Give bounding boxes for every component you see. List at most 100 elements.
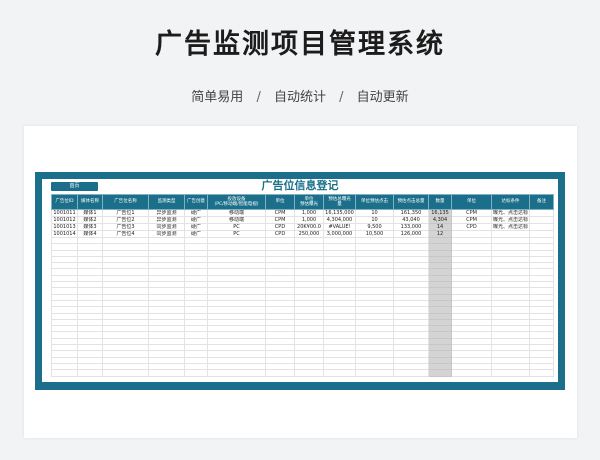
column-header-text: 单位预估点击	[361, 199, 388, 205]
table-cell[interactable]	[529, 230, 555, 238]
table-cell[interactable]: CPD	[265, 223, 295, 231]
table-cell[interactable]	[529, 369, 555, 377]
table-cell[interactable]: 移动端	[207, 216, 266, 224]
table-cell[interactable]: 3,000,000	[323, 230, 356, 238]
table-cell[interactable]: 媒体3	[77, 223, 103, 231]
table-cell[interactable]: 移动端	[207, 209, 266, 217]
column-header: 达标条件	[490, 194, 531, 210]
table-cell[interactable]: 曝光、点击达标	[490, 209, 531, 217]
spreadsheet-frame: 广告位信息登记 首页 广告位ID 媒体名称 广告位名称 监测类型 广告创意 投放设备 (PC…	[35, 172, 565, 390]
table-cell[interactable]	[529, 216, 555, 224]
table-cell[interactable]	[294, 369, 324, 377]
table-cell[interactable]	[529, 209, 555, 217]
table-cell[interactable]: PC	[207, 223, 266, 231]
table-cell[interactable]	[265, 369, 295, 377]
table-cell[interactable]: 1,000	[294, 209, 324, 217]
table-cell[interactable]: 4,304,000	[323, 216, 356, 224]
column-header-text: 单位	[304, 196, 314, 202]
table-cell[interactable]: 20K¥00.0	[294, 223, 324, 231]
table-cell[interactable]	[323, 369, 356, 377]
table-cell[interactable]: CPM	[451, 209, 492, 217]
column-header-text: 媒体名称	[81, 199, 99, 205]
column-header: 预估点击总量	[393, 194, 429, 210]
preview-card: 广告位信息登记 首页 广告位ID 媒体名称 广告位名称 监测类型 广告创意 投放设备 (PC…	[24, 126, 577, 438]
table-cell[interactable]: 媒体2	[77, 216, 103, 224]
column-header-text: 广告创意	[187, 199, 205, 205]
table-cell[interactable]: 媒体4	[77, 230, 103, 238]
table-cell[interactable]: 14	[428, 223, 452, 231]
table-cell[interactable]: 1001014	[51, 230, 78, 238]
table-cell[interactable]: 同步监测	[148, 230, 185, 238]
table-cell[interactable]	[490, 230, 531, 238]
table-cell[interactable]: 9,500	[355, 223, 394, 231]
table-cell[interactable]: 1,000	[294, 216, 324, 224]
table-cell[interactable]	[428, 369, 452, 377]
table-cell[interactable]: 广告位1	[102, 209, 149, 217]
table-cell[interactable]	[102, 369, 149, 377]
table-row: 1001012 媒体2 广告位2 异步监测 硬广 移动端 CPM 1,000 4,304,000…	[51, 216, 555, 224]
table-cell[interactable]: 异步监测	[148, 209, 185, 217]
table-cell[interactable]: CPD	[451, 223, 492, 231]
table-cell[interactable]: CPM	[265, 216, 295, 224]
table-row: 1001014 媒体4 广告位4 同步监测 硬广 PC CPD 250,000 3,000,00…	[51, 230, 555, 238]
table-cell[interactable]	[393, 369, 429, 377]
table-cell[interactable]	[490, 369, 531, 377]
column-header-text: 数量	[435, 199, 445, 205]
table-cell[interactable]	[148, 369, 185, 377]
table-cell[interactable]: 1001013	[51, 223, 78, 231]
table-cell[interactable]	[529, 223, 555, 231]
table-cell[interactable]	[184, 369, 208, 377]
column-header: 单位	[265, 194, 295, 210]
column-header-text: 预估曝光	[300, 202, 318, 207]
table-header-row: 广告位ID 媒体名称 广告位名称 监测类型 广告创意 投放设备 (PC/移动端/智能电视) 单…	[51, 194, 555, 210]
table-row: 1001011 媒体1 广告位1 异步监测 硬广 移动端 CPM 1,000 16,135,00…	[51, 209, 555, 217]
table-cell[interactable]: 1001012	[51, 216, 78, 224]
table-cell[interactable]: 16,135,000	[323, 209, 356, 217]
table-row: 1001013 媒体3 广告位3 同步监测 硬广 PC CPD 20K¥00.0 #VALUE!…	[51, 223, 555, 231]
table-cell[interactable]: 10	[355, 209, 394, 217]
table-cell[interactable]: 43,040	[393, 216, 429, 224]
column-header: 广告创意	[184, 194, 208, 210]
column-header-text: 广告位ID	[55, 199, 74, 205]
column-header-text: 备注	[537, 199, 547, 205]
table-row	[51, 369, 555, 377]
table-cell[interactable]: 10	[355, 216, 394, 224]
table-cell[interactable]: 曝光、点击达标	[490, 223, 531, 231]
table-cell[interactable]: PC	[207, 230, 266, 238]
table-cell[interactable]: 133,000	[393, 223, 429, 231]
tag-easy: 简单易用	[191, 90, 244, 105]
home-button[interactable]: 首页	[51, 182, 98, 191]
table-cell[interactable]: 硬广	[184, 230, 208, 238]
table-cell[interactable]	[451, 230, 492, 238]
table-cell[interactable]: 硬广	[184, 209, 208, 217]
column-header: 单位预估点击	[355, 194, 394, 210]
table-cell[interactable]: 161,350	[393, 209, 429, 217]
table-cell[interactable]	[77, 369, 103, 377]
table-cell[interactable]: 媒体1	[77, 209, 103, 217]
table-cell[interactable]: 广告位4	[102, 230, 149, 238]
table-cell[interactable]: 250,000	[294, 230, 324, 238]
table-cell[interactable]: 广告位3	[102, 223, 149, 231]
table-cell[interactable]: 硬广	[184, 216, 208, 224]
table-cell[interactable]: 126,000	[393, 230, 429, 238]
table-cell[interactable]: CPM	[265, 209, 295, 217]
table-cell[interactable]: 16,135	[428, 209, 452, 217]
table-cell[interactable]: 1001011	[51, 209, 78, 217]
table-cell[interactable]: #VALUE!	[323, 223, 356, 231]
table-cell[interactable]: 广告位2	[102, 216, 149, 224]
table-cell[interactable]: 10,500	[355, 230, 394, 238]
table-cell[interactable]	[207, 369, 266, 377]
table-cell[interactable]: 硬广	[184, 223, 208, 231]
column-header: 媒体名称	[77, 194, 103, 210]
table-cell[interactable]: 4,304	[428, 216, 452, 224]
table-cell[interactable]	[451, 369, 492, 377]
table-cell[interactable]	[51, 369, 78, 377]
table-cell[interactable]: 曝光、点击达标	[490, 216, 531, 224]
table-cell[interactable]: CPD	[265, 230, 295, 238]
table-cell[interactable]: 异步监测	[148, 216, 185, 224]
table-cell[interactable]: 同步监测	[148, 223, 185, 231]
table-cell[interactable]: CPM	[451, 216, 492, 224]
table-cell[interactable]: 12	[428, 230, 452, 238]
column-header-text: 广告位名称	[114, 199, 137, 205]
table-cell[interactable]	[355, 369, 394, 377]
